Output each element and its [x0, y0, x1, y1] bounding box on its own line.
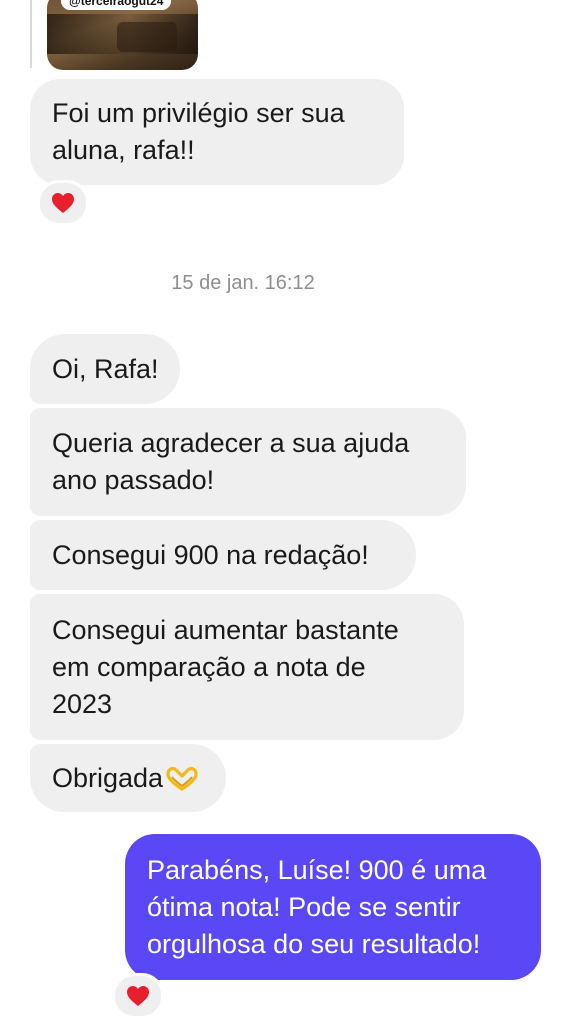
heart-reaction[interactable]	[37, 180, 89, 226]
message-line: Foi um privilégio ser sua	[52, 98, 345, 128]
red-heart-icon	[52, 193, 74, 213]
reply-quote-line	[30, 0, 32, 68]
heart-hands-icon	[166, 766, 198, 791]
incoming-message[interactable]: Consegui aumentar bastante em comparação…	[30, 594, 464, 740]
message-line: Consegui aumentar bastante	[52, 614, 399, 645]
incoming-message[interactable]: Obrigada	[30, 744, 226, 812]
thumbnail-object	[117, 22, 177, 52]
conversation-timestamp: 15 de jan. 16:12	[171, 272, 315, 294]
message-line: 2023	[52, 688, 113, 719]
heart-reaction[interactable]	[112, 973, 164, 1019]
message-line: Parabéns, Luíse! 900 é uma	[147, 854, 487, 885]
message-line: aluna, rafa!!	[52, 135, 195, 165]
message-text: Obrigada	[52, 762, 164, 793]
outgoing-message[interactable]: Parabéns, Luíse! 900 é uma ótima nota! P…	[125, 834, 541, 980]
message-line: em comparação a nota de	[52, 651, 366, 682]
incoming-message[interactable]: Foi um privilégio ser sua aluna, rafa!!	[30, 79, 404, 185]
message-line: orgulhosa do seu resultado!	[147, 928, 481, 959]
message-line: Consegui 900 na redação!	[52, 539, 369, 570]
red-heart-icon	[127, 986, 149, 1006]
incoming-message[interactable]: Consegui 900 na redação!	[30, 520, 416, 590]
shared-post-handle: @terceiraogut24	[61, 0, 172, 10]
incoming-message[interactable]: Oi, Rafa!	[30, 334, 180, 404]
message-line: ano passado!	[52, 465, 215, 495]
incoming-message[interactable]: Queria agradecer a sua ajuda ano passado…	[30, 408, 466, 516]
message-line: ótima nota! Pode se sentir	[147, 891, 461, 922]
message-line: Oi, Rafa!	[52, 353, 159, 384]
message-line: Queria agradecer a sua ajuda	[52, 428, 410, 458]
message-line: Obrigada	[52, 760, 204, 797]
shared-post-thumbnail[interactable]: @terceiraogut24	[47, 0, 198, 70]
